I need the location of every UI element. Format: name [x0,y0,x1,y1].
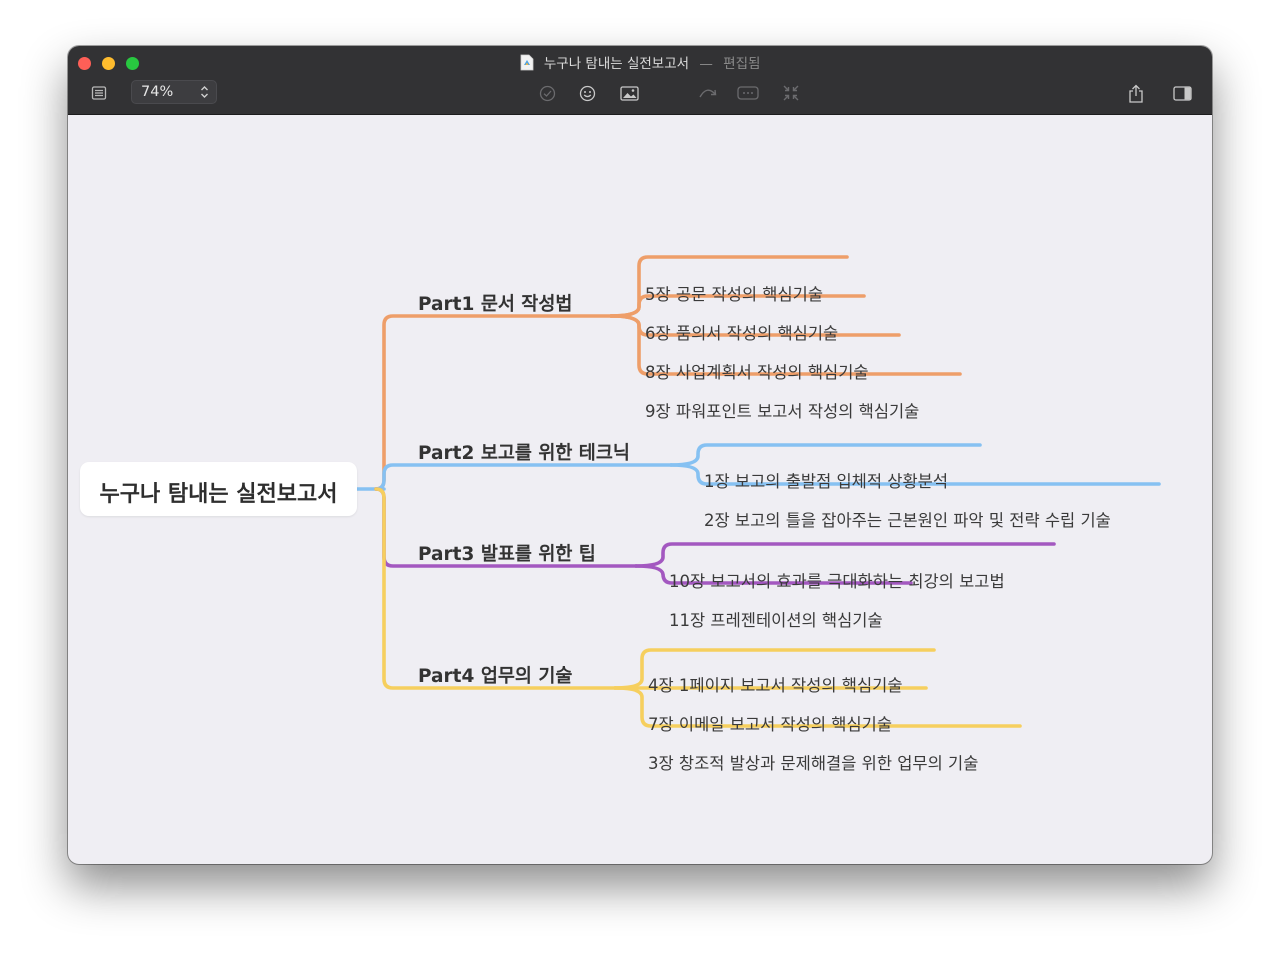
leaf-topic[interactable]: 11장 프레젠테이션의 핵심기술 [669,607,883,631]
zoom-select[interactable]: 74% [131,80,217,104]
branch-connector [374,463,673,491]
image-icon[interactable] [619,82,639,104]
leaf-topic[interactable]: 9장 파워포인트 보고서 작성의 핵심기술 [645,398,919,422]
leaf-topic[interactable]: 6장 품의서 작성의 핵심기술 [645,320,838,344]
leaf-connector [634,542,1056,568]
summary-icon[interactable] [737,82,759,104]
leaf-connector [669,443,982,467]
branch-part2[interactable]: Part2 보고를 위한 테크닉 [418,439,630,465]
document-name: 누구나 탐내는 실전보고서 [543,56,690,72]
share-icon[interactable] [1127,82,1145,104]
root-topic[interactable]: 누구나 탐내는 실전보고서 [80,462,357,516]
title-bar: 누구나 탐내는 실전보고서 — 편집됨 74% [68,46,1212,115]
outline-icon[interactable] [90,82,108,104]
leaf-topic[interactable]: 1장 보고의 출발점 입체적 상황분석 [704,468,948,492]
leaf-topic[interactable]: 8장 사업계획서 작성의 핵심기술 [645,359,869,383]
window-title: 누구나 탐내는 실전보고서 — 편집됨 [68,52,1212,75]
leaf-topic[interactable]: 3장 창조적 발상과 문제해결을 위한 업무의 기술 [648,750,978,774]
root-topic-label: 누구나 탐내는 실전보고서 [99,482,338,507]
title-separator: — [699,56,713,72]
relationship-icon[interactable] [698,82,718,104]
leaf-topic[interactable]: 2장 보고의 틀을 잡아주는 근본원인 파악 및 전략 수립 기술 [704,507,1111,531]
leaf-topic[interactable]: 7장 이메일 보고서 작성의 핵심기술 [648,711,892,735]
stepper-icon [200,84,209,107]
collapse-icon[interactable] [781,82,801,104]
app-window: 누구나 탐내는 실전보고서 — 편집됨 74% 누구나 탐내는 실전보고서 Pa… [68,46,1212,864]
document-icon [520,54,534,75]
leaf-topic[interactable]: 4장 1페이지 보고서 작성의 핵심기술 [648,672,903,696]
zoom-value: 74% [141,84,174,100]
sidebar-icon[interactable] [1172,82,1192,104]
leaf-topic[interactable]: 10장 보고서의 효과를 극대화하는 최강의 보고법 [669,568,1005,592]
branch-part3[interactable]: Part3 발표를 위한 팁 [418,540,596,566]
emoji-icon[interactable] [578,82,596,104]
mindmap-canvas[interactable]: 누구나 탐내는 실전보고서 Part1 문서 작성법 Part2 보고를 위한 … [68,115,1212,864]
checkbox-icon[interactable] [538,82,556,104]
branch-part1[interactable]: Part1 문서 작성법 [418,290,572,316]
edited-status: 편집됨 [723,56,761,72]
leaf-topic[interactable]: 5장 공문 작성의 핵심기술 [645,281,823,305]
branch-part4[interactable]: Part4 업무의 기술 [418,662,572,688]
branch-connector [374,487,617,690]
